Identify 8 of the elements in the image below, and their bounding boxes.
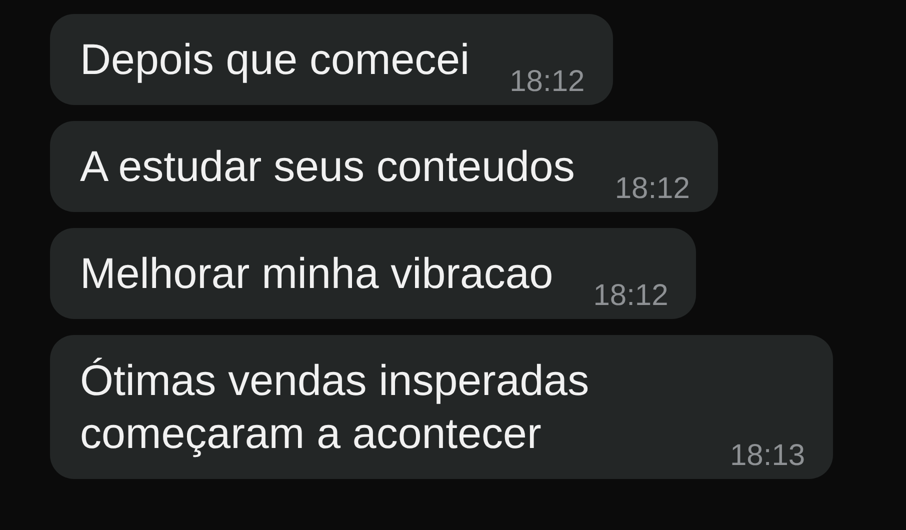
message-time: 18:13 [730, 439, 806, 473]
message-text: Melhorar minha vibracao [80, 249, 554, 300]
message-text: Depois que comecei [80, 35, 470, 86]
message-time: 18:12 [510, 65, 585, 99]
message-text: Ótimas vendas insperadas começaram a acontecer [80, 356, 590, 460]
message-text: A estudar seus conteudos [80, 142, 575, 193]
message-time: 18:12 [614, 172, 690, 206]
message-time: 18:12 [593, 279, 668, 313]
